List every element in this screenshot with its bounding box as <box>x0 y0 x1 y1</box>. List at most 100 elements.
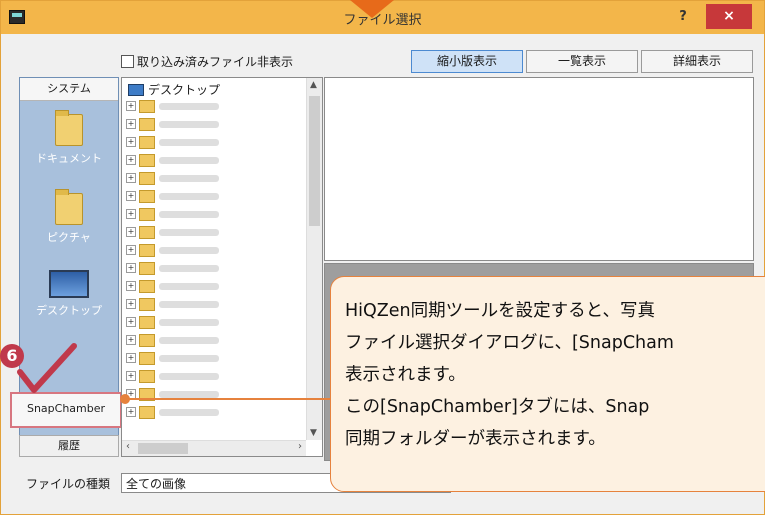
callout-line: 同期フォルダーが表示されます。 <box>345 429 606 449</box>
expand-icon[interactable]: + <box>126 407 136 417</box>
tree-node[interactable]: + <box>126 188 219 204</box>
folder-icon <box>139 405 155 419</box>
tree-node[interactable]: + <box>126 296 219 312</box>
horizontal-scrollbar[interactable]: ‹ › <box>122 440 306 456</box>
expand-icon[interactable]: + <box>126 191 136 201</box>
close-button[interactable]: × <box>706 4 752 29</box>
folder-tree[interactable]: デスクトップ + + + + + + + + + + + + + + + + +… <box>121 77 323 457</box>
tab-system[interactable]: システム <box>20 78 118 101</box>
pointer-arrow-icon <box>350 0 394 18</box>
tree-node[interactable]: + <box>126 206 219 222</box>
tab-list-view[interactable]: 一覧表示 <box>526 50 638 73</box>
folder-icon <box>139 351 155 365</box>
expand-icon[interactable]: + <box>126 155 136 165</box>
callout-anchor-dot <box>120 394 130 404</box>
blurred-label <box>159 318 219 326</box>
blurred-label <box>159 228 219 236</box>
hide-imported-label: 取り込み済みファイル非表示 <box>137 54 294 69</box>
folder-icon <box>139 135 155 149</box>
expand-icon[interactable]: + <box>126 173 136 183</box>
blurred-label <box>159 246 219 254</box>
tab-history[interactable]: 履歴 <box>19 435 119 457</box>
scroll-thumb[interactable] <box>309 96 320 226</box>
file-type-label: ファイルの種類 <box>26 477 111 491</box>
blurred-label <box>159 138 219 146</box>
tree-node[interactable]: + <box>126 134 219 150</box>
checkbox-box[interactable] <box>121 54 134 68</box>
help-button[interactable]: ? <box>663 5 703 29</box>
expand-icon[interactable]: + <box>126 317 136 327</box>
tree-node[interactable]: + <box>126 242 219 258</box>
blurred-label <box>159 336 219 344</box>
scroll-up-icon[interactable]: ▲ <box>310 80 317 90</box>
folder-icon <box>139 279 155 293</box>
folder-icon <box>139 207 155 221</box>
tree-node[interactable]: + <box>126 98 219 114</box>
callout-leader-line <box>125 398 330 400</box>
sidebar-item-label: デスクトップ <box>36 304 102 317</box>
tree-node[interactable]: + <box>126 404 219 420</box>
thumbnail-area[interactable] <box>324 77 754 261</box>
expand-icon[interactable]: + <box>126 101 136 111</box>
expand-icon[interactable]: + <box>126 227 136 237</box>
scroll-right-icon[interactable]: › <box>298 441 302 452</box>
sidebar-item-pictures[interactable]: ピクチャ <box>20 189 118 245</box>
sidebar-item-label: ドキュメント <box>36 152 102 165</box>
hide-imported-checkbox[interactable]: 取り込み済みファイル非表示 <box>121 53 293 69</box>
annotation-callout: HiQZen同期ツールを設定すると、写真 ファイル選択ダイアログに、[SnapC… <box>330 276 765 492</box>
folder-icon <box>139 171 155 185</box>
tree-node[interactable]: + <box>126 260 219 276</box>
expand-icon[interactable]: + <box>126 335 136 345</box>
blurred-label <box>159 264 219 272</box>
folder-icon <box>139 369 155 383</box>
folder-icon <box>55 110 83 146</box>
tree-node[interactable]: + <box>126 314 219 330</box>
folder-icon <box>139 153 155 167</box>
scroll-left-icon[interactable]: ‹ <box>126 441 130 452</box>
callout-line: 表示されます。 <box>345 365 466 385</box>
expand-icon[interactable]: + <box>126 245 136 255</box>
tree-node[interactable]: + <box>126 350 219 366</box>
expand-icon[interactable]: + <box>126 209 136 219</box>
blurred-label <box>159 282 219 290</box>
scroll-thumb[interactable] <box>138 443 188 454</box>
callout-line: ファイル選択ダイアログに、[SnapCham <box>345 333 674 353</box>
folder-icon <box>139 333 155 347</box>
scroll-down-icon[interactable]: ▼ <box>310 428 317 438</box>
tree-node[interactable]: + <box>126 332 219 348</box>
tree-root-label: デスクトップ <box>148 83 221 97</box>
blurred-label <box>159 120 219 128</box>
tab-thumbnail-view[interactable]: 縮小版表示 <box>411 50 523 73</box>
folder-icon <box>139 189 155 203</box>
sidebar-item-desktop[interactable]: デスクトップ <box>20 270 118 318</box>
desktop-icon <box>128 83 144 96</box>
tree-root[interactable]: デスクトップ <box>128 81 220 98</box>
expand-icon[interactable]: + <box>126 119 136 129</box>
tab-detail-view[interactable]: 詳細表示 <box>641 50 753 73</box>
folder-icon <box>139 99 155 113</box>
expand-icon[interactable]: + <box>126 263 136 273</box>
sidebar-item-documents[interactable]: ドキュメント <box>20 110 118 166</box>
tree-node[interactable]: + <box>126 224 219 240</box>
tree-node[interactable]: + <box>126 368 219 384</box>
tree-node[interactable]: + <box>126 278 219 294</box>
blurred-label <box>159 192 219 200</box>
folder-icon <box>139 261 155 275</box>
expand-icon[interactable]: + <box>126 299 136 309</box>
vertical-scrollbar[interactable]: ▲ ▼ <box>306 78 322 440</box>
blurred-label <box>159 156 219 164</box>
blurred-label <box>159 390 219 398</box>
monitor-icon <box>49 270 89 298</box>
tree-node[interactable]: + <box>126 170 219 186</box>
folder-icon <box>55 189 83 225</box>
expand-icon[interactable]: + <box>126 281 136 291</box>
callout-line: この[SnapChamber]タブには、Snap <box>345 397 650 417</box>
folder-icon <box>139 315 155 329</box>
blurred-label <box>159 102 219 110</box>
tree-node[interactable]: + <box>126 152 219 168</box>
expand-icon[interactable]: + <box>126 137 136 147</box>
expand-icon[interactable]: + <box>126 353 136 363</box>
expand-icon[interactable]: + <box>126 371 136 381</box>
step-badge: 6 <box>0 344 24 368</box>
tree-node[interactable]: + <box>126 116 219 132</box>
